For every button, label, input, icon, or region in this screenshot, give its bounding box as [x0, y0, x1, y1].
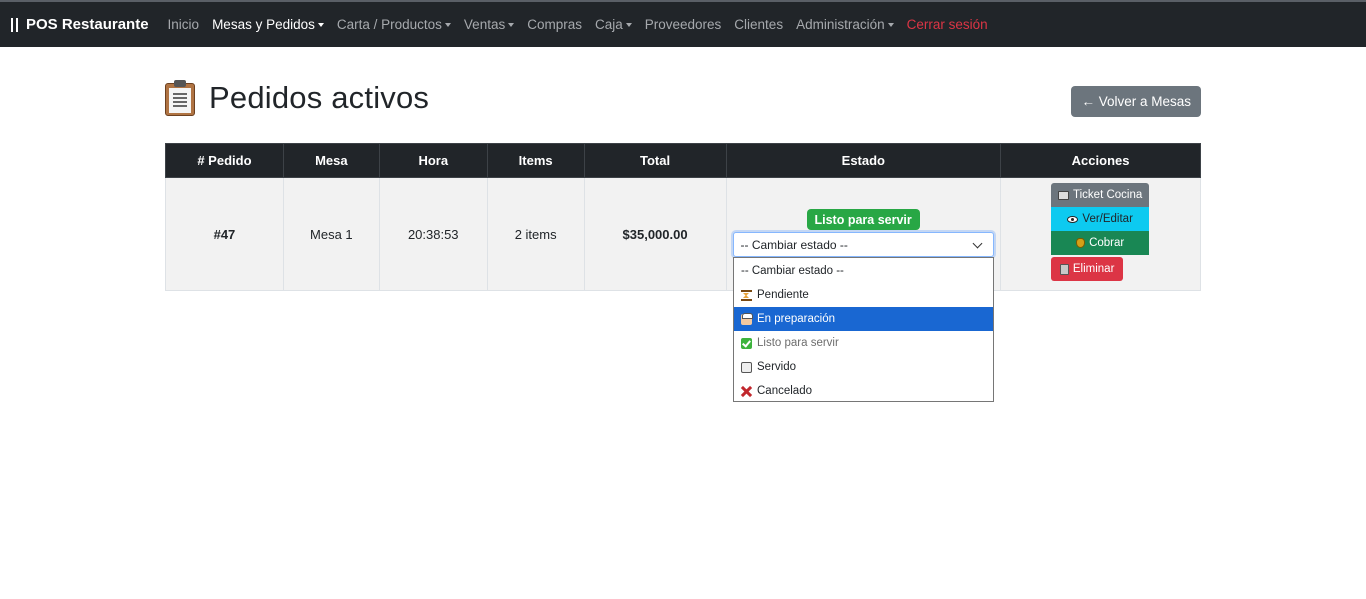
caret-down-icon — [887, 22, 894, 27]
nav-label: Proveedores — [644, 17, 722, 32]
col-pedido: # Pedido — [165, 143, 284, 178]
nav-label: Mesas y Pedidos — [212, 17, 315, 32]
cobrar-button[interactable]: Cobrar — [1051, 231, 1150, 255]
page-title: Pedidos activos — [165, 80, 429, 116]
nav-label: Caja — [594, 17, 623, 32]
nav-cerrar-sesion[interactable]: Cerrar sesión — [907, 17, 988, 32]
option-label: -- Cambiar estado -- — [741, 265, 844, 277]
eliminar-label: Eliminar — [1072, 263, 1115, 275]
ver-editar-button[interactable]: Ver/Editar — [1051, 207, 1150, 231]
eye-icon — [1067, 215, 1079, 223]
table-row: #47 Mesa 1 20:38:53 2 items $35,000.00 L… — [165, 177, 1201, 291]
caret-down-icon — [444, 22, 451, 27]
brand[interactable]: POS Restaurante — [10, 16, 149, 33]
col-mesa: Mesa — [282, 143, 380, 178]
caret-down-icon — [508, 22, 515, 27]
col-hora: Hora — [378, 143, 488, 178]
hourglass-icon — [741, 289, 752, 301]
status-badge: Listo para servir — [806, 209, 920, 230]
status-select[interactable]: -- Cambiar estado -- — [732, 232, 994, 257]
cell-hora: 20:38:53 — [378, 177, 488, 291]
option-servido[interactable]: Servido — [734, 355, 993, 379]
status-select-value: -- Cambiar estado -- — [740, 237, 848, 252]
page-header: Pedidos activos ← Volver a Mesas — [165, 80, 1201, 124]
x-icon — [741, 386, 752, 397]
cell-acciones: Ticket Cocina Ver/Editar Cobrar Eliminar — [1000, 177, 1201, 291]
nav-label: Carta / Productos — [336, 17, 442, 32]
eliminar-button[interactable]: Eliminar — [1051, 257, 1124, 281]
cell-total: $35,000.00 — [583, 177, 727, 291]
col-estado: Estado — [725, 143, 1002, 178]
cell-items: 2 items — [486, 177, 585, 291]
nav-carta-productos[interactable]: Carta / Productos — [337, 17, 451, 32]
nav-label: Ventas — [463, 17, 506, 32]
cell-mesa: Mesa 1 — [282, 177, 380, 291]
nav-label: Clientes — [734, 17, 784, 32]
option-cancelado[interactable]: Cancelado — [734, 379, 993, 403]
option-label: Pendiente — [757, 289, 809, 301]
option-label: Servido — [757, 361, 796, 373]
nav-label: Administración — [796, 17, 885, 32]
nav-administracion[interactable]: Administración — [796, 17, 894, 32]
caret-down-icon — [625, 22, 632, 27]
nav-label: Inicio — [167, 17, 200, 32]
chef-icon — [741, 312, 753, 325]
nav-clientes[interactable]: Clientes — [734, 17, 783, 32]
main-navbar: POS Restaurante Inicio Mesas y Pedidos C… — [0, 2, 1366, 47]
col-acciones: Acciones — [1000, 143, 1201, 178]
money-bag-icon — [1076, 238, 1086, 248]
check-icon — [741, 337, 752, 349]
option-pendiente[interactable]: Pendiente — [734, 283, 993, 307]
brand-label: POS Restaurante — [26, 16, 149, 33]
status-dropdown-list: -- Cambiar estado -- Pendiente En prepar… — [733, 257, 994, 402]
cell-pedido: #47 — [165, 177, 284, 291]
nav-label: Cerrar sesión — [906, 17, 988, 32]
nav-mesas-pedidos[interactable]: Mesas y Pedidos — [212, 17, 324, 32]
nav-inicio[interactable]: Inicio — [168, 17, 200, 32]
page-title-text: Pedidos activos — [209, 80, 430, 115]
ticket-cocina-label: Ticket Cocina — [1073, 189, 1143, 201]
ver-editar-label: Ver/Editar — [1082, 213, 1133, 225]
option-label: En preparación — [757, 313, 835, 325]
back-to-tables-button[interactable]: ← Volver a Mesas — [1071, 86, 1201, 117]
option-listo-para-servir: Listo para servir — [734, 331, 993, 355]
nav-compras[interactable]: Compras — [527, 17, 582, 32]
trash-icon — [1059, 263, 1069, 275]
printer-icon — [1058, 190, 1070, 200]
nav-proveedores[interactable]: Proveedores — [645, 17, 722, 32]
option-en-preparacion[interactable]: En preparación — [734, 307, 993, 331]
caret-down-icon — [317, 22, 324, 27]
fork-knife-icon — [10, 17, 20, 32]
nav-label: Compras — [527, 17, 582, 32]
nav-caja[interactable]: Caja — [595, 17, 632, 32]
orders-table: # Pedido Mesa Hora Items Total Estado Ac… — [165, 143, 1201, 291]
option-cambiar-estado[interactable]: -- Cambiar estado -- — [734, 259, 993, 283]
clipboard-icon — [165, 80, 195, 116]
col-items: Items — [486, 143, 585, 178]
nav-ventas[interactable]: Ventas — [463, 17, 515, 32]
table-header-row: # Pedido Mesa Hora Items Total Estado Ac… — [165, 143, 1201, 178]
cobrar-label: Cobrar — [1089, 237, 1125, 249]
option-label: Listo para servir — [757, 337, 839, 349]
tray-icon — [741, 361, 752, 373]
ticket-cocina-button[interactable]: Ticket Cocina — [1051, 183, 1150, 207]
chevron-down-icon — [972, 238, 982, 249]
col-total: Total — [583, 143, 727, 178]
option-label: Cancelado — [757, 385, 812, 397]
